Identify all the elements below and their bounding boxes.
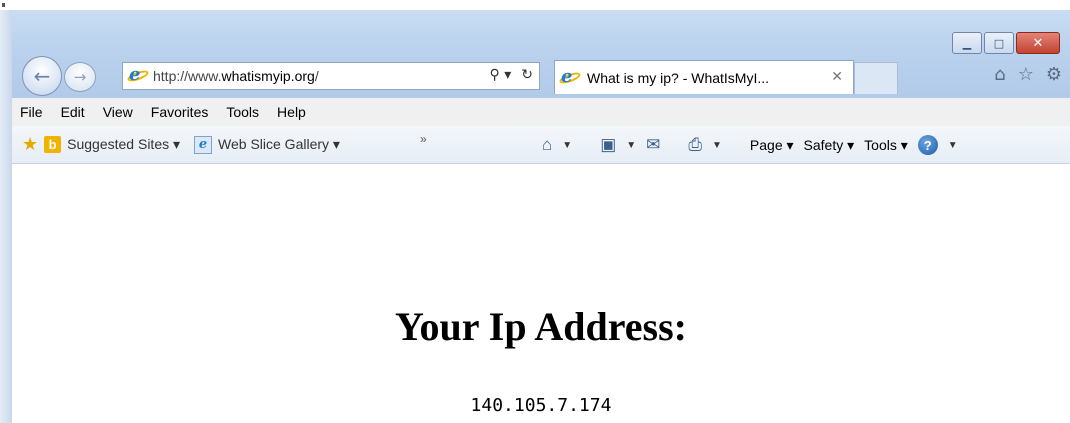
- refresh-icon[interactable]: ↻: [521, 67, 533, 83]
- toolbar-right: ⌂ ☆ ⚙: [994, 64, 1062, 85]
- new-tab-button[interactable]: [854, 62, 898, 94]
- tools-menu[interactable]: Tools ▾: [864, 137, 908, 154]
- favorites-star-icon[interactable]: ☆: [1018, 64, 1034, 85]
- minimize-button[interactable]: ▁: [952, 32, 982, 54]
- menu-bar: File Edit View Favorites Tools Help: [12, 98, 1070, 126]
- url-prefix: http://www.: [153, 68, 222, 84]
- feeds-icon[interactable]: ▣: [600, 135, 616, 155]
- add-favorite-star-icon[interactable]: ★: [22, 134, 38, 155]
- url-domain: whatismyip.org: [221, 68, 315, 84]
- menu-file[interactable]: File: [20, 104, 43, 120]
- tab-title: What is my ip? - WhatIsMyI...: [587, 69, 770, 86]
- help-dropdown-icon[interactable]: ▼: [948, 140, 958, 151]
- tab-close-icon[interactable]: ✕: [831, 69, 843, 85]
- home-command-icon[interactable]: ⌂: [542, 135, 552, 155]
- back-arrow-icon: ←: [33, 64, 51, 88]
- forward-button[interactable]: →: [64, 62, 96, 92]
- address-url[interactable]: http://www.whatismyip.org/: [153, 68, 319, 84]
- maximize-button[interactable]: □: [984, 32, 1014, 54]
- web-slice-gallery-link[interactable]: Web Slice Gallery ▾: [218, 136, 340, 153]
- forward-arrow-icon: →: [73, 68, 87, 86]
- mail-icon[interactable]: ✉: [646, 135, 660, 155]
- url-suffix: /: [314, 68, 319, 84]
- print-icon[interactable]: ⎙: [688, 135, 702, 155]
- ie-page-icon: e: [126, 64, 150, 85]
- bing-icon: b: [44, 136, 62, 153]
- back-button[interactable]: ←: [22, 56, 62, 96]
- search-dropdown-icon[interactable]: ⚲ ▾: [490, 67, 512, 83]
- tab-active[interactable]: e What is my ip? - WhatIsMyI... ✕: [554, 60, 854, 94]
- tab-ie-icon: e: [558, 66, 582, 87]
- web-slice-icon: e: [194, 135, 213, 154]
- help-icon[interactable]: ?: [917, 135, 938, 155]
- address-bar[interactable]: e http://www.whatismyip.org/ ⚲ ▾ ↻: [122, 62, 540, 90]
- gear-icon[interactable]: ⚙: [1046, 64, 1062, 85]
- safety-menu[interactable]: Safety ▾: [804, 137, 855, 154]
- menu-favorites[interactable]: Favorites: [151, 104, 209, 120]
- menu-edit[interactable]: Edit: [61, 104, 85, 120]
- navigation-row: ← → e http://www.whatismyip.org/ ⚲ ▾ ↻ e…: [12, 54, 1070, 98]
- ip-address-value: 140.105.7.174: [470, 395, 612, 416]
- home-dropdown-icon[interactable]: ▼: [562, 140, 572, 151]
- page-heading: Your Ip Address:: [395, 304, 687, 349]
- suggested-sites-link[interactable]: Suggested Sites ▾: [67, 136, 180, 153]
- close-button[interactable]: ✕: [1016, 32, 1060, 54]
- screen-corner-mark: [2, 3, 5, 7]
- menu-view[interactable]: View: [103, 104, 133, 120]
- window-controls: ▁ □ ✕: [952, 32, 1060, 54]
- address-tools: ⚲ ▾ ↻: [490, 67, 533, 83]
- print-dropdown-icon[interactable]: ▼: [712, 140, 722, 151]
- page-menu[interactable]: Page ▾: [750, 137, 794, 154]
- window-left-edge: [0, 10, 12, 423]
- command-bar: ⌂ ▼ ▣ ▼ ✉ ⎙ ▼ Page ▾ Safety ▾ Tools ▾ ? …: [542, 126, 958, 164]
- home-icon[interactable]: ⌂: [994, 64, 1005, 85]
- overflow-chevron-icon[interactable]: »: [420, 132, 427, 146]
- menu-help[interactable]: Help: [277, 104, 306, 120]
- menu-tools[interactable]: Tools: [226, 104, 259, 120]
- page-content: Your Ip Address: 140.105.7.174: [12, 165, 1070, 423]
- feeds-dropdown-icon[interactable]: ▼: [626, 140, 636, 151]
- favorites-bar: ★ b Suggested Sites ▾ e Web Slice Galler…: [12, 126, 1070, 164]
